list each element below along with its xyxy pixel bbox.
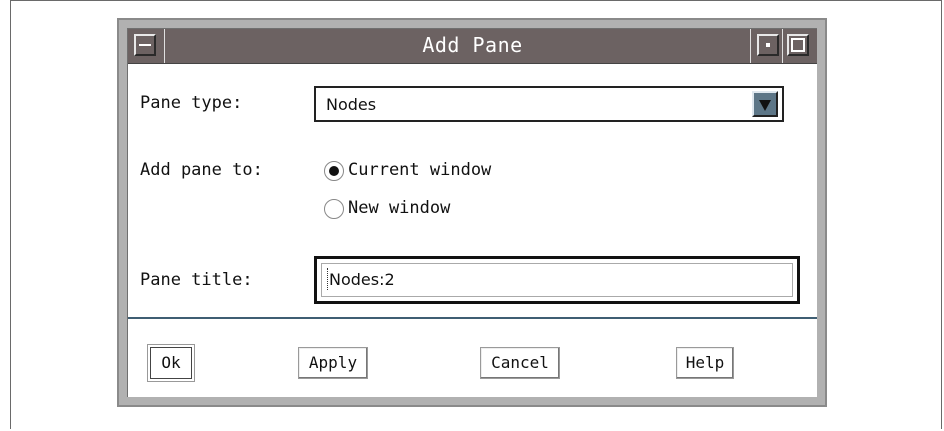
pane-title-label: Pane title:: [140, 270, 253, 290]
pane-type-label: Pane type:: [140, 93, 243, 113]
title-separator: [782, 29, 783, 63]
dialog-content: Add Pane Pane type: Nodes Add pane to: C…: [127, 28, 817, 397]
ok-button[interactable]: Ok: [150, 347, 192, 379]
triangle-down-icon[interactable]: [752, 91, 778, 117]
add-pane-dialog: Add Pane Pane type: Nodes Add pane to: C…: [117, 18, 827, 407]
cancel-button[interactable]: Cancel: [480, 347, 560, 379]
pane-type-value: Nodes: [326, 95, 377, 114]
current-window-radio[interactable]: [324, 161, 344, 181]
title-bar[interactable]: Add Pane: [128, 29, 817, 64]
pane-title-field[interactable]: [314, 256, 800, 304]
help-button[interactable]: Help: [676, 347, 734, 379]
new-window-label[interactable]: New window: [348, 198, 450, 218]
minimize-icon[interactable]: [757, 34, 779, 56]
pane-title-input[interactable]: [325, 267, 759, 291]
apply-button[interactable]: Apply: [298, 347, 368, 379]
maximize-icon[interactable]: [787, 34, 809, 56]
button-divider: [128, 317, 817, 319]
title-separator: [750, 29, 751, 63]
dialog-title: Add Pane: [422, 33, 523, 57]
add-pane-to-label: Add pane to:: [140, 160, 263, 180]
pane-type-select[interactable]: Nodes: [314, 86, 784, 122]
new-window-radio[interactable]: [324, 199, 344, 219]
current-window-label[interactable]: Current window: [348, 160, 491, 180]
